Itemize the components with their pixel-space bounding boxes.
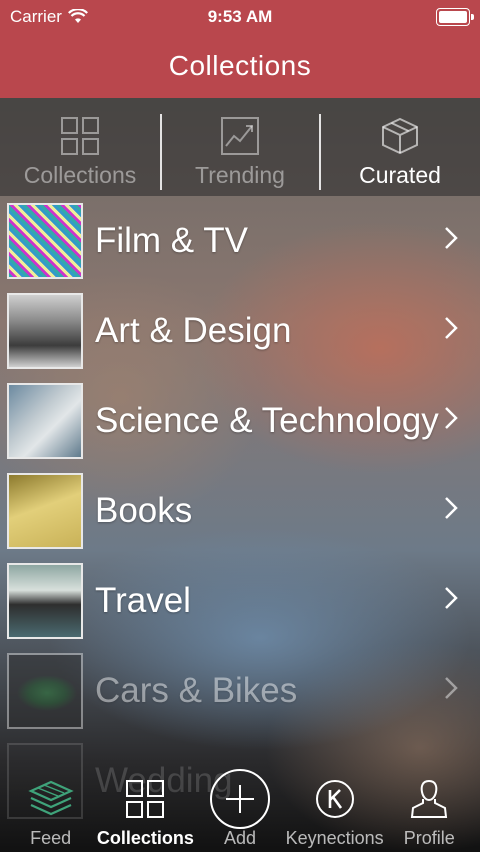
tab-label: Profile <box>403 828 455 848</box>
tab-label: Feed <box>30 828 72 848</box>
status-bar: Carrier 9:53 AM <box>0 0 480 34</box>
collection-row-travel[interactable]: Travel <box>0 556 480 646</box>
collection-row-art-design[interactable]: Art & Design <box>0 286 480 376</box>
tab-label: Keynections <box>285 828 384 848</box>
battery-icon <box>436 8 474 26</box>
trending-chart-icon <box>221 117 259 155</box>
tab-label: Add <box>223 828 256 848</box>
thumbnail-image <box>7 653 83 729</box>
collection-row-film-tv[interactable]: Film & TV <box>0 196 480 286</box>
segment-curated[interactable]: Curated <box>320 98 480 196</box>
grid-icon <box>126 780 165 818</box>
keynections-k-icon <box>315 780 354 818</box>
segment-collections[interactable]: Collections <box>0 98 160 196</box>
carrier-label: Carrier <box>10 7 62 26</box>
thumbnail-image <box>7 293 83 369</box>
add-circle-icon <box>209 769 270 829</box>
segment-label: Curated <box>359 162 441 188</box>
tab-collections[interactable]: Collections <box>96 770 194 852</box>
tab-profile[interactable]: Profile <box>383 770 476 852</box>
segmented-control: Collections Trending Curated <box>0 98 480 196</box>
collection-label: Science & Technology <box>95 401 439 440</box>
collection-label: Cars & Bikes <box>95 671 298 710</box>
tab-keynections[interactable]: Keynections <box>285 770 384 852</box>
segment-trending[interactable]: Trending <box>160 98 320 196</box>
chevron-right-icon <box>445 587 458 609</box>
segment-divider <box>160 114 162 190</box>
navigation-bar: Collections <box>0 34 480 98</box>
cube-icon <box>382 117 418 155</box>
collection-label: Film & TV <box>95 221 248 260</box>
page-title: Collections <box>168 50 312 81</box>
collections-list: Film & TV Art & Design Science & Technol… <box>0 196 480 826</box>
thumbnail-image <box>7 203 83 279</box>
chevron-right-icon <box>445 227 458 249</box>
collection-label: Books <box>95 491 193 530</box>
segment-label: Collections <box>23 162 137 188</box>
collection-label: Travel <box>95 581 191 620</box>
thumbnail-image <box>7 473 83 549</box>
thumbnail-image <box>7 563 83 639</box>
chevron-right-icon <box>445 677 458 699</box>
wifi-icon <box>67 9 88 23</box>
chevron-right-icon <box>445 497 458 519</box>
tab-label: Collections <box>96 828 194 848</box>
collection-label: Art & Design <box>95 311 292 350</box>
collection-row-science-technology[interactable]: Science & Technology <box>0 376 480 466</box>
chevron-right-icon <box>445 407 458 429</box>
layers-icon <box>27 780 74 816</box>
grid-icon <box>61 117 99 155</box>
thumbnail-image <box>7 383 83 459</box>
segment-divider <box>319 114 321 190</box>
person-icon <box>411 779 448 818</box>
tab-feed[interactable]: Feed <box>4 770 97 852</box>
tab-bar: Feed Collections Add Keynections Profile <box>0 769 480 852</box>
collection-row-books[interactable]: Books <box>0 466 480 556</box>
chevron-right-icon <box>445 317 458 339</box>
tab-add[interactable]: Add <box>193 769 286 852</box>
segment-label: Trending <box>195 162 285 188</box>
collection-row-cars-bikes[interactable]: Cars & Bikes <box>0 646 480 736</box>
